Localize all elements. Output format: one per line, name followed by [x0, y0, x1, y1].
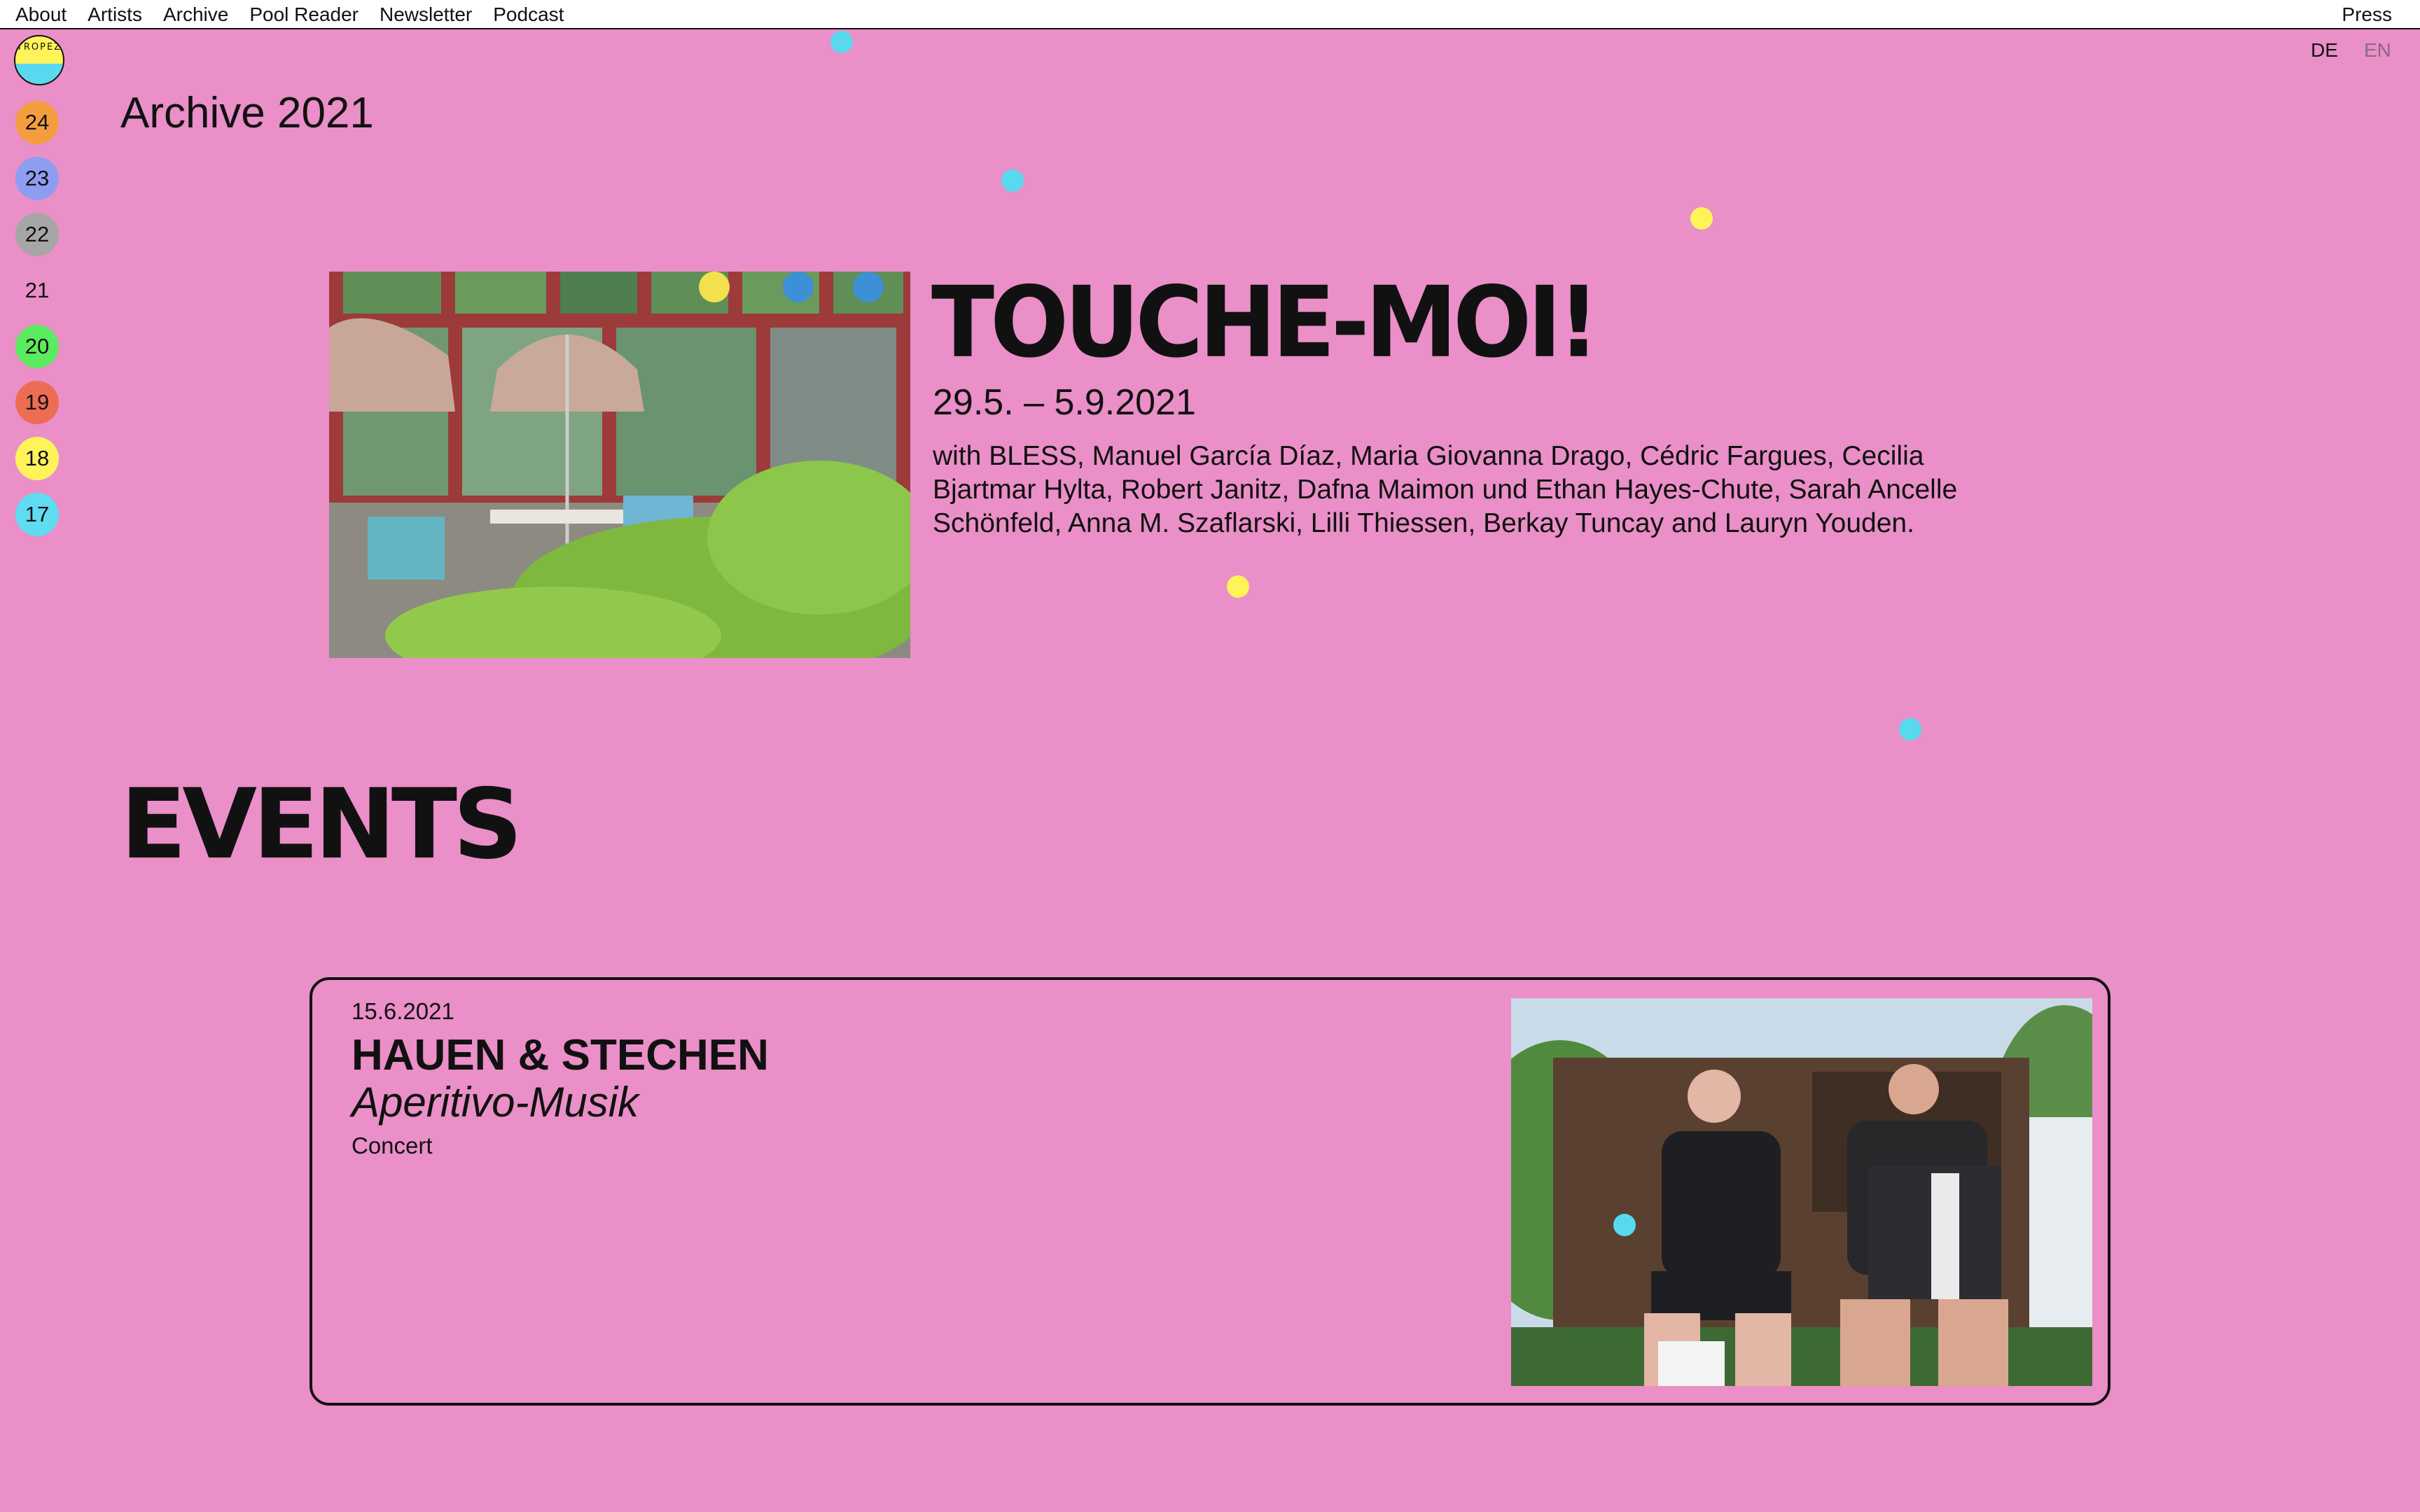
decor-dot	[1001, 169, 1024, 192]
event-date: 15.6.2021	[352, 998, 454, 1024]
exhibition-artists: with BLESS, Manuel García Díaz, Maria Gi…	[933, 441, 1958, 538]
nav-newsletter[interactable]: Newsletter	[380, 3, 472, 27]
main-nav: About Artists Archive Pool Reader Newsle…	[15, 3, 564, 27]
logo-lettering: TROPEZ	[16, 42, 62, 52]
nav-podcast[interactable]: Podcast	[493, 3, 564, 27]
events-heading: EVENTS	[120, 768, 522, 881]
year-19[interactable]: 19	[15, 381, 59, 424]
nav-pool-reader[interactable]: Pool Reader	[249, 3, 359, 27]
year-21-current[interactable]: 21	[15, 269, 59, 312]
year-22[interactable]: 22	[15, 213, 59, 256]
nav-about[interactable]: About	[15, 3, 67, 27]
event-image	[1511, 998, 2092, 1386]
exhibition-image[interactable]	[329, 272, 910, 658]
year-24[interactable]: 24	[15, 101, 59, 144]
year-20[interactable]: 20	[15, 325, 59, 368]
nav-archive[interactable]: Archive	[163, 3, 228, 27]
decor-dot	[830, 31, 853, 53]
logo-water	[15, 64, 63, 84]
language-en[interactable]: EN	[2364, 39, 2391, 62]
top-navigation-bar: About Artists Archive Pool Reader Newsle…	[0, 0, 2420, 29]
decor-dot	[1899, 718, 1921, 741]
language-de[interactable]: DE	[2311, 39, 2338, 62]
decor-dot	[1690, 207, 1713, 230]
nav-artists[interactable]: Artists	[88, 3, 142, 27]
exhibition-photo-illustration	[329, 272, 910, 658]
event-card[interactable]: 15.6.2021 HAUEN & STECHEN Aperitivo-Musi…	[310, 977, 2110, 1406]
year-23[interactable]: 23	[15, 157, 59, 200]
exhibition-title[interactable]: TOUCHE-MOI!	[931, 267, 1600, 379]
site-logo[interactable]: TROPEZ	[14, 35, 64, 85]
event-subtitle: Aperitivo-Musik	[352, 1079, 639, 1126]
page-title: Archive 2021	[120, 89, 374, 137]
exhibition-dates: 29.5. – 5.9.2021	[933, 382, 1196, 423]
year-17[interactable]: 17	[15, 493, 59, 536]
event-photo-illustration	[1511, 998, 2092, 1386]
year-18[interactable]: 18	[15, 437, 59, 480]
decor-dot	[1613, 1214, 1636, 1236]
event-type: Concert	[352, 1133, 433, 1158]
event-title: HAUEN & STECHEN	[352, 1031, 769, 1079]
nav-press[interactable]: Press	[2342, 3, 2392, 27]
decor-dot	[1227, 575, 1249, 598]
